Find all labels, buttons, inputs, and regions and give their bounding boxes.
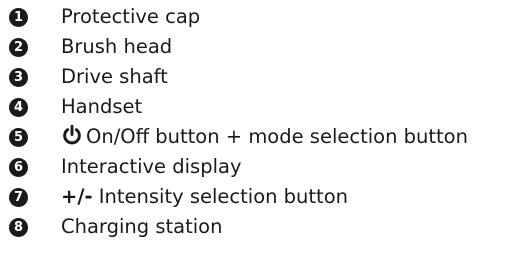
part-label: Charging station bbox=[61, 215, 223, 238]
part-label: Brush head bbox=[61, 35, 173, 58]
number-badge: 2 bbox=[9, 37, 28, 57]
number-badge: 6 bbox=[9, 157, 28, 177]
part-label: Protective cap bbox=[61, 5, 201, 28]
part-label-text: On/Off button + mode selection button bbox=[86, 125, 468, 148]
number-badge: 1 bbox=[9, 7, 28, 27]
part-label-with-icon: On/Off button + mode selection button bbox=[61, 122, 468, 152]
number-badge: 5 bbox=[9, 127, 28, 147]
parts-list: 1 Protective cap 2 Brush head 3 Drive sh… bbox=[0, 0, 510, 265]
number-badge: 4 bbox=[9, 97, 28, 117]
power-icon bbox=[63, 124, 81, 145]
number-badge: 3 bbox=[9, 67, 28, 87]
number-badge: 7 bbox=[9, 187, 28, 207]
part-label-with-prefix: +/- Intensity selection button bbox=[61, 182, 348, 212]
intensity-prefix: +/- bbox=[61, 185, 93, 208]
part-label: Interactive display bbox=[61, 155, 242, 178]
part-label: Drive shaft bbox=[61, 65, 168, 88]
number-badge: 8 bbox=[9, 217, 28, 237]
part-label-text: Intensity selection button bbox=[92, 185, 348, 208]
part-label: Handset bbox=[61, 95, 143, 118]
